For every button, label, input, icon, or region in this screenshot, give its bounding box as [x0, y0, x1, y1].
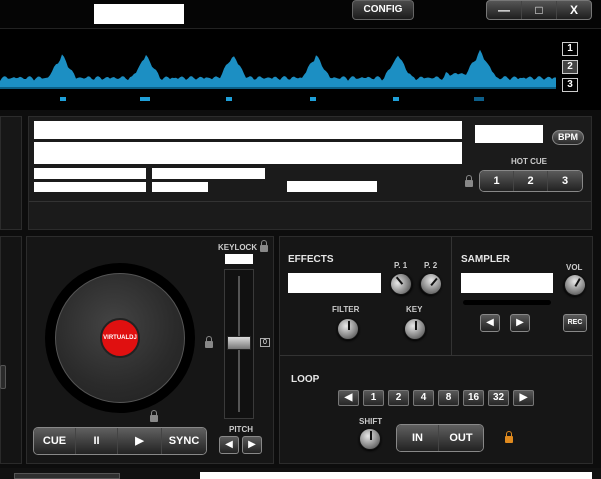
zoom-button-2[interactable]: 2: [562, 60, 578, 74]
sampler-select-field[interactable]: [461, 273, 553, 293]
loop-in-out-group: IN OUT: [396, 424, 484, 452]
transport-lock-icon[interactable]: [150, 410, 158, 422]
divider: [280, 355, 592, 356]
bottom-bar: [0, 468, 601, 479]
left-edge-panel-top: [0, 116, 22, 230]
loop-size-4-button[interactable]: 4: [413, 390, 434, 406]
track-meta-field-5: [287, 181, 377, 192]
hot-cue-button-1[interactable]: 1: [480, 171, 514, 191]
beat-marker: [140, 97, 150, 101]
sampler-rec-button[interactable]: REC: [563, 314, 587, 332]
track-info-panel: BPM HOT CUE 1 2 3: [28, 116, 592, 230]
window-controls: — □ X: [486, 0, 592, 20]
keylock-lock-icon[interactable]: [260, 240, 268, 252]
hot-cue-lock-icon[interactable]: [465, 175, 473, 187]
beat-marker: [310, 97, 316, 101]
loop-size-1-button[interactable]: 1: [363, 390, 384, 406]
loop-size-16-button[interactable]: 16: [463, 390, 484, 406]
beat-marker: [474, 97, 484, 101]
track-meta-field-3: [34, 182, 146, 192]
play-button[interactable]: ▶: [118, 428, 162, 454]
sampler-next-button[interactable]: ▶: [510, 314, 530, 332]
p2-knob[interactable]: [415, 268, 447, 300]
waveform-display[interactable]: 1 2 3: [0, 28, 601, 110]
hot-cue-label: HOT CUE: [511, 157, 547, 166]
track-artist-field: [34, 142, 462, 164]
beat-marker: [60, 97, 66, 101]
waveform-graph: [0, 49, 556, 101]
track-meta-field-2: [152, 168, 265, 179]
maximize-button[interactable]: □: [522, 1, 557, 19]
sampler-progress-bar: [463, 300, 551, 305]
waveform-shape: [0, 49, 556, 87]
divider: [29, 201, 591, 202]
bottom-tab[interactable]: [14, 473, 120, 479]
loop-label: LOOP: [291, 374, 320, 385]
loop-size-32-button[interactable]: 32: [488, 390, 509, 406]
minimize-button[interactable]: —: [487, 1, 522, 19]
bpm-value-field: [475, 125, 543, 143]
zoom-button-1[interactable]: 1: [562, 42, 578, 56]
effect-select-field[interactable]: [288, 273, 381, 293]
deck-panel: VIRTUALDJ KEYLOCK 0 PITCH ◀ ▶ CUE II ▶ S…: [26, 236, 274, 464]
transport-controls: CUE II ▶ SYNC: [33, 427, 207, 455]
vol-label: VOL: [566, 263, 583, 272]
keylock-value-field: [225, 254, 253, 264]
loop-half-button[interactable]: ◀: [338, 390, 359, 406]
fx-panel: EFFECTS P. 1 P. 2 FILTER KEY SAMPLER VOL…: [279, 236, 593, 464]
loop-in-button[interactable]: IN: [397, 425, 439, 451]
filter-knob[interactable]: [337, 318, 359, 340]
pitch-label: PITCH: [229, 425, 253, 434]
config-button[interactable]: CONFIG: [352, 0, 414, 20]
search-field[interactable]: [200, 472, 592, 479]
hot-cue-button-3[interactable]: 3: [548, 171, 582, 191]
sampler-prev-button[interactable]: ◀: [480, 314, 500, 332]
loop-size-8-button[interactable]: 8: [438, 390, 459, 406]
p2-label: P. 2: [424, 261, 438, 270]
cue-button[interactable]: CUE: [34, 428, 76, 454]
track-meta-field-4: [152, 182, 208, 192]
sampler-label: SAMPLER: [461, 254, 510, 265]
divider: [451, 237, 452, 355]
shift-label: SHIFT: [359, 417, 383, 426]
loop-double-button[interactable]: ▶: [513, 390, 534, 406]
effects-label: EFFECTS: [288, 254, 334, 265]
loop-out-button[interactable]: OUT: [439, 425, 483, 451]
sampler-vol-knob[interactable]: [559, 269, 591, 301]
left-edge-handle[interactable]: [0, 365, 6, 389]
sync-button[interactable]: SYNC: [162, 428, 206, 454]
hot-cue-button-2[interactable]: 2: [514, 171, 548, 191]
platter[interactable]: VIRTUALDJ: [45, 263, 195, 413]
pitch-up-button[interactable]: ▶: [242, 436, 262, 454]
close-button[interactable]: X: [557, 1, 591, 19]
p1-knob[interactable]: [385, 268, 417, 300]
p1-label: P. 1: [394, 261, 408, 270]
title-field: [94, 4, 184, 24]
beat-marker: [393, 97, 399, 101]
pitch-slider-track[interactable]: [224, 269, 254, 419]
filter-label: FILTER: [332, 305, 360, 314]
loop-lock-icon[interactable]: [505, 431, 513, 443]
waveform-baseline: [0, 87, 556, 89]
track-title-field: [34, 121, 462, 139]
pause-button[interactable]: II: [76, 428, 118, 454]
track-meta-field-1: [34, 168, 146, 179]
beat-marker: [226, 97, 232, 101]
left-edge-panel: [0, 236, 22, 464]
pitch-slider-handle[interactable]: [227, 336, 251, 350]
zoom-button-3[interactable]: 3: [562, 78, 578, 92]
pitch-zero-indicator[interactable]: 0: [260, 338, 270, 347]
key-knob[interactable]: [404, 318, 426, 340]
pitch-down-button[interactable]: ◀: [219, 436, 239, 454]
virtualdj-logo: VIRTUALDJ: [100, 318, 140, 358]
key-label: KEY: [406, 305, 423, 314]
platter-lock-icon[interactable]: [205, 336, 213, 348]
loop-shift-knob[interactable]: [359, 428, 381, 450]
keylock-label: KEYLOCK: [218, 243, 258, 252]
bpm-button[interactable]: BPM: [552, 130, 584, 145]
hot-cue-group: 1 2 3: [479, 170, 583, 192]
loop-size-2-button[interactable]: 2: [388, 390, 409, 406]
